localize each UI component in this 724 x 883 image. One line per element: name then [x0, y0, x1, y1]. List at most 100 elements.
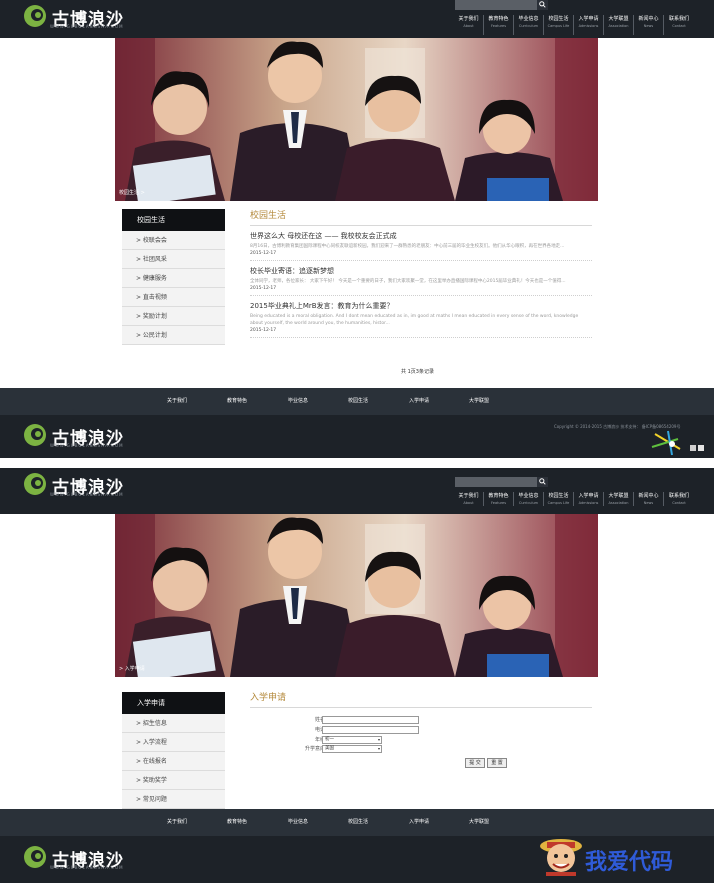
sidebar-item-process[interactable]: > 入学流程 [122, 733, 225, 752]
site-logo[interactable]: 古博浪沙 WWW.GUBOLANGSHA.COM [22, 3, 142, 35]
article-date: 2015-12-17 [250, 286, 277, 291]
article-summary: 全体同学，老师，各位家长： 大家下午好！ 今天是一个重要的日子，我们大家欢聚一堂… [250, 279, 566, 284]
search-input[interactable] [455, 0, 537, 10]
nav-item-campus-life[interactable]: 校园生活 Campus Life [544, 15, 574, 35]
logo-mark-icon [24, 846, 46, 868]
sidebar-item-health[interactable]: > 健康服务 [122, 269, 225, 288]
content-area: 校园生活 > 校联会会 > 社团风采 > 健康服务 > 直击视频 > 奖励计划 … [115, 201, 598, 388]
nav-item-about[interactable]: 关于我们 About [454, 15, 484, 35]
site-header: 古博浪沙 WWW.GUBOLANGSHA.COM 关于我们 About 教育特色 F… [0, 468, 714, 512]
sidebar-item-online-signup[interactable]: > 在线报名 [122, 752, 225, 771]
article-summary: Being educated is a moral obligation. An… [250, 314, 579, 326]
sidebar-item-citizen[interactable]: > 公民计划 [122, 326, 225, 345]
footer-nav-about[interactable]: 关于我们 [167, 809, 187, 836]
article-item: 世界这么大 母校还在这 —— 我校校友会正式成 8月16日，古博利教育集团国际课… [250, 231, 592, 261]
logo-url: WWW.GUBOLANGSHA.COM [50, 492, 124, 497]
footer-nav-about[interactable]: 关于我们 [167, 388, 187, 415]
sidebar-item-alumni[interactable]: > 校联会会 [122, 231, 225, 250]
chevron-down-icon: ▾ [377, 737, 380, 742]
sidebar: 入学申请 > 招生信息 > 入学流程 > 在线报名 > 奖助奖学 > 常见问题 [122, 692, 225, 809]
nav-item-news[interactable]: 新闻中心 News [634, 15, 664, 35]
site-footer: 古博浪沙 WWW.GUBOLANGSHA.COM 我爱代码 [0, 836, 714, 883]
article-title[interactable]: 世界这么大 母校还在这 —— 我校校友会正式成 [250, 231, 592, 241]
footer-nav-admissions[interactable]: 入学申请 [409, 388, 429, 415]
breadcrumb: > 入学申请 [119, 666, 145, 672]
footer-nav-association[interactable]: 大学联盟 [469, 809, 489, 836]
destination-label: 升学意向： [304, 746, 330, 752]
form-row-destination: 升学意向： 美国 ▾ [295, 745, 495, 753]
sidebar-title: 入学申请 [122, 692, 225, 714]
site-header: 古博浪沙 WWW.GUBOLANGSHA.COM 关于我们 About 教育特色 F… [0, 0, 714, 38]
banner-students-photo [115, 38, 598, 201]
nav-item-contact[interactable]: 联系我们 Contact [664, 15, 694, 35]
banner-illustration [115, 38, 598, 201]
grade-label: 年级： [260, 736, 330, 744]
grade-select[interactable]: 初一 ▾ [322, 736, 382, 744]
search-icon [539, 478, 546, 485]
content-area: 入学申请 > 招生信息 > 入学流程 > 在线报名 > 奖助奖学 > 常见问题 … [115, 677, 598, 809]
logo-mark-icon [24, 473, 46, 495]
logo-mark-icon [24, 424, 46, 446]
footer-nav-association[interactable]: 大学联盟 [469, 388, 489, 415]
page-campus-life: 古博浪沙 WWW.GUBOLANGSHA.COM 关于我们 About 教育特色 F… [0, 0, 714, 458]
sidebar-item-faq[interactable]: > 常见问题 [122, 790, 225, 809]
nav-item-association[interactable]: 大学联盟 Association [604, 15, 634, 35]
footer-nav: 关于我们 教育特色 毕业信息 校园生活 入学申请 大学联盟 [0, 809, 714, 836]
article-summary: 8月16日，古博利教育集团国际课程中心同校友联谊新校园，我们迎来了一群熟悉的老朋… [250, 244, 565, 249]
watermark-text: 我爱代码 [585, 849, 674, 875]
article-date: 2015-12-17 [250, 251, 277, 256]
sidebar-item-scholarship[interactable]: > 奖助奖学 [122, 771, 225, 790]
page-title: 校园生活 [250, 209, 592, 226]
footer-nav-features[interactable]: 教育特色 [227, 388, 247, 415]
article-item: 2015毕业典礼上MrB发言：教育为什么重要？ Being educated i… [250, 301, 592, 338]
page-admissions: 古博浪沙 WWW.GUBOLANGSHA.COM 关于我们 About 教育特色 F… [0, 468, 714, 883]
sidebar-title: 校园生活 [122, 209, 225, 231]
sidebar-item-awards[interactable]: > 奖励计划 [122, 307, 225, 326]
article-item: 校长毕业寄语：追逐新梦想 全体同学，老师，各位家长： 大家下午好！ 今天是一个重… [250, 266, 592, 296]
name-field[interactable] [322, 716, 419, 724]
sidebar-item-enrollment-info[interactable]: > 招生信息 [122, 714, 225, 733]
banner-illustration [115, 514, 598, 677]
footer-nav-admissions[interactable]: 入学申请 [409, 809, 429, 836]
logo-url: WWW.GUBOLANGSHA.COM [50, 443, 124, 448]
phone-label: 电话： [260, 726, 330, 734]
search-icon [539, 1, 546, 8]
site-logo[interactable]: 古博浪沙 WWW.GUBOLANGSHA.COM [22, 471, 142, 503]
footer-nav-campus-life[interactable]: 校园生活 [348, 809, 368, 836]
submit-button[interactable]: 提 交 [465, 758, 485, 768]
search-button[interactable] [537, 477, 548, 487]
logo-mark-icon [24, 5, 46, 27]
main-nav: 关于我们 About 教育特色 Features 毕业信息 Curriculum 校园… [454, 15, 694, 35]
footer-logo[interactable]: 古博浪沙 WWW.GUBOLANGSHA.COM [22, 844, 142, 876]
article-title[interactable]: 校长毕业寄语：追逐新梦想 [250, 266, 592, 276]
nav-item-features[interactable]: 教育特色 Features [484, 15, 514, 35]
phone-field[interactable] [322, 726, 419, 734]
reset-button[interactable]: 重 置 [487, 758, 507, 768]
footer-nav: 关于我们 教育特色 毕业信息 校园生活 入学申请 大学联盟 [0, 388, 714, 415]
header-extension [0, 506, 714, 514]
sidebar: 校园生活 > 校联会会 > 社团风采 > 健康服务 > 直击视频 > 奖励计划 … [122, 209, 225, 345]
destination-select[interactable]: 美国 ▾ [322, 745, 382, 753]
site-footer: 古博浪沙 WWW.GUBOLANGSHA.COM Copyright © 201… [0, 415, 714, 458]
pagination[interactable]: 共 1页3条记录 [401, 368, 434, 375]
form-row-phone: 电话： [295, 726, 495, 734]
footer-nav-curriculum[interactable]: 毕业信息 [288, 809, 308, 836]
footer-nav-curriculum[interactable]: 毕业信息 [288, 388, 308, 415]
logo-url: WWW.GUBOLANGSHA.COM [50, 865, 124, 870]
watermark-mascot-icon [540, 839, 582, 876]
sidebar-item-clubs[interactable]: > 社团风采 [122, 250, 225, 269]
footer-nav-features[interactable]: 教育特色 [227, 809, 247, 836]
name-label: 姓名： [260, 716, 330, 724]
nav-item-admissions[interactable]: 入学申请 Admissions [574, 15, 604, 35]
sidebar-item-video[interactable]: > 直击视频 [122, 288, 225, 307]
footer-logo[interactable]: 古博浪沙 WWW.GUBOLANGSHA.COM [22, 422, 142, 454]
search-button[interactable] [537, 0, 548, 10]
article-date: 2015-12-17 [250, 328, 277, 333]
main-column: 校园生活 世界这么大 母校还在这 —— 我校校友会正式成 8月16日，古博利教育… [250, 209, 592, 338]
search-input[interactable] [455, 477, 537, 487]
watermark-sparkle-icon [651, 430, 704, 456]
article-title[interactable]: 2015毕业典礼上MrB发言：教育为什么重要？ [250, 301, 592, 311]
nav-item-curriculum[interactable]: 毕业信息 Curriculum [514, 15, 544, 35]
footer-nav-campus-life[interactable]: 校园生活 [348, 388, 368, 415]
main-column: 入学申请 [250, 691, 592, 708]
